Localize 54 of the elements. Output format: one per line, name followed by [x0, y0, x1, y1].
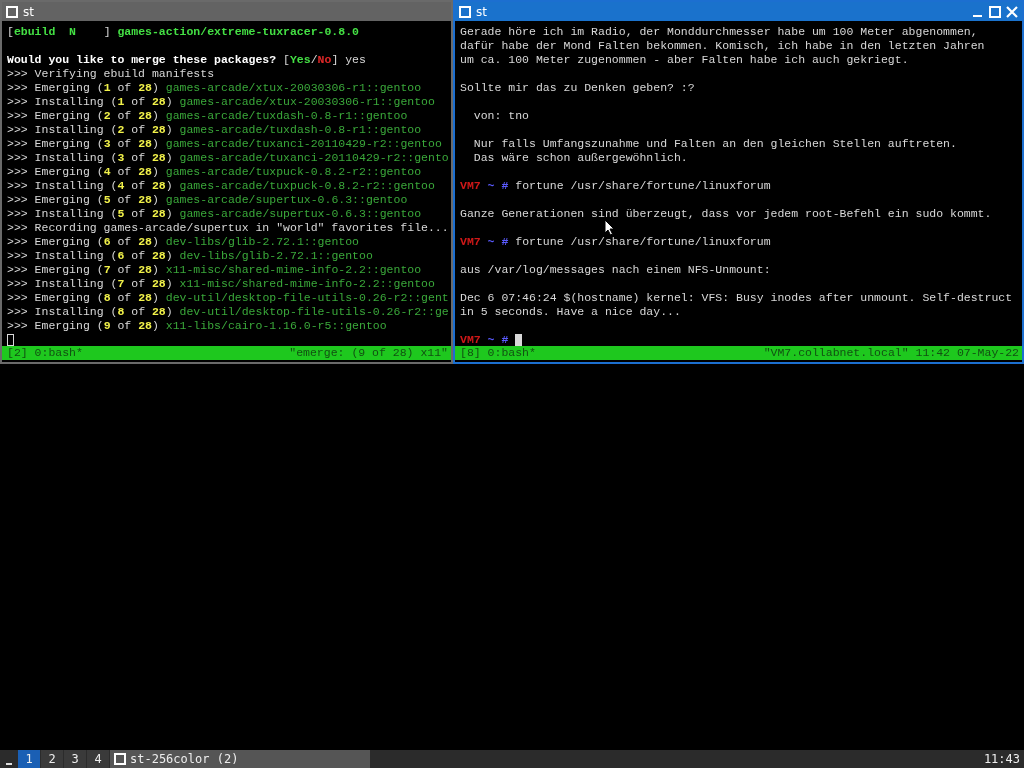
status-text: [2] 0:bash* — [7, 346, 83, 360]
status-text: "emerge: (9 of 28) x11" — [289, 346, 448, 360]
terminal-line: >>> Installing (5 of 28) games-arcade/supertux-0.6.3::gentoo — [7, 207, 422, 221]
close-icon[interactable] — [1006, 5, 1018, 18]
status-text: "VM7.collabnet.local" 11:42 07-May-22 — [763, 346, 1019, 360]
terminal-line: Ganze Generationen sind überzeugt, dass vor jedem root-Befehl ein sudo kommt. — [460, 207, 992, 221]
terminal-line: >>> Installing (7 of 28) x11-misc/shared-mime-info-2.2::gentoo — [7, 277, 435, 291]
terminal-line: Nur falls Umfangszunahme und Falten an den gleichen Stellen auftreten. — [472, 137, 957, 151]
terminal-line: >>> Installing (8 of 28) dev-util/desktop-file-utils-0.26-r2::ge — [7, 305, 449, 319]
status-text: [8] 0:bash* — [460, 346, 536, 360]
window-icon — [114, 753, 126, 765]
terminal-line: Gerade höre ich im Radio, der Monddurchmesser habe um 100 Meter abgenommen, — [460, 25, 978, 39]
terminal-line: >>> Installing (4 of 28) games-arcade/tuxpuck-0.8.2-r2::gentoo — [7, 179, 435, 193]
terminal-line: >>> Emerging (7 of 28) x11-misc/shared-mime-info-2.2::gentoo — [7, 263, 422, 277]
window-title: st — [476, 4, 487, 19]
terminal-line: VM7 ~ # fortune /usr/share/fortune/linuxforum — [460, 179, 771, 193]
terminal-line: >>> Emerging (5 of 28) games-arcade/supertux-0.6.3::gentoo — [7, 193, 408, 207]
terminal-line: um ca. 100 Meter zugenommen - aber Falten habe ich auch gekriegt. — [460, 53, 909, 67]
terminal-line: >>> Emerging (2 of 28) games-arcade/tuxdash-0.8-r1::gentoo — [7, 109, 408, 123]
terminal-line: >>> Emerging (6 of 28) dev-libs/glib-2.72.1::gentoo — [7, 235, 359, 249]
terminal-line: >>> Emerging (8 of 28) dev-util/desktop-file-utils-0.26-r2::gent — [7, 291, 449, 305]
terminal-line: >>> Installing (6 of 28) dev-libs/glib-2.72.1::gentoo — [7, 249, 373, 263]
terminal-line: >>> Recording games-arcade/supertux in "world" favorites file... — [7, 221, 449, 235]
terminal-line: Sollte mir das zu Denken geben? :? — [460, 81, 695, 95]
desktop-button[interactable]: 1 — [18, 750, 40, 768]
task-title: st-256color (2) — [130, 752, 239, 766]
terminal-line: >>> Verifying ebuild manifests — [7, 67, 215, 81]
terminal-line: >>> Emerging (3 of 28) games-arcade/tuxanci-20110429-r2::gentoo — [7, 137, 442, 151]
window-title: st — [23, 4, 34, 19]
terminal-line: Would you like to merge these packages? [Yes/No] yes — [7, 53, 366, 67]
terminal-line: >>> Emerging (4 of 28) games-arcade/tuxpuck-0.8.2-r2::gentoo — [7, 165, 422, 179]
terminal-line: VM7 ~ # — [460, 333, 510, 346]
terminal-line: dafür habe der Mond Falten bekommen. Komisch, ich habe in den letzten Jahren — [460, 39, 985, 53]
terminal-line: >>> Installing (3 of 28) games-arcade/tuxanci-20110429-r2::gento — [7, 151, 449, 165]
window-icon — [459, 5, 471, 18]
desktop-button[interactable]: 4 — [87, 750, 109, 768]
terminal-line: [ebuild N ] games-action/extreme-tuxracer-0.8.0 — [7, 25, 359, 39]
terminal-line: in 5 seconds. Have a nice day... — [460, 305, 681, 319]
terminal-line: Dec 6 07:46:24 $(hostname) kernel: VFS: Busy inodes after unmount. Self-destruct — [460, 291, 1013, 305]
terminal-line: >>> Installing (2 of 28) games-arcade/tuxdash-0.8-r1::gentoo — [7, 123, 422, 137]
terminal-line: Das wäre schon außergewöhnlich. — [472, 151, 688, 165]
clock: 11:43 — [983, 751, 1021, 768]
terminal-line: VM7 ~ # fortune /usr/share/fortune/linuxforum — [460, 235, 771, 249]
desktop-button[interactable]: 2 — [41, 750, 63, 768]
window-icon — [6, 5, 18, 18]
terminal-line: >>> Emerging (9 of 28) x11-libs/cairo-1.16.0-r5::gentoo — [7, 319, 387, 333]
terminal-line: >>> Installing (1 of 28) games-arcade/xtux-20030306-r1::gentoo — [7, 95, 435, 109]
terminal-line: von: tno — [472, 109, 529, 123]
mouse-pointer-icon — [604, 219, 615, 236]
desktop-button[interactable]: 3 — [64, 750, 86, 768]
maximize-icon[interactable] — [989, 5, 1001, 18]
task-button[interactable]: st-256color (2) — [110, 750, 370, 768]
terminal-line: >>> Emerging (1 of 28) games-arcade/xtux-20030306-r1::gentoo — [7, 81, 422, 95]
terminal-line: aus /var/log/messages nach einem NFS-Unmount: — [460, 263, 771, 277]
